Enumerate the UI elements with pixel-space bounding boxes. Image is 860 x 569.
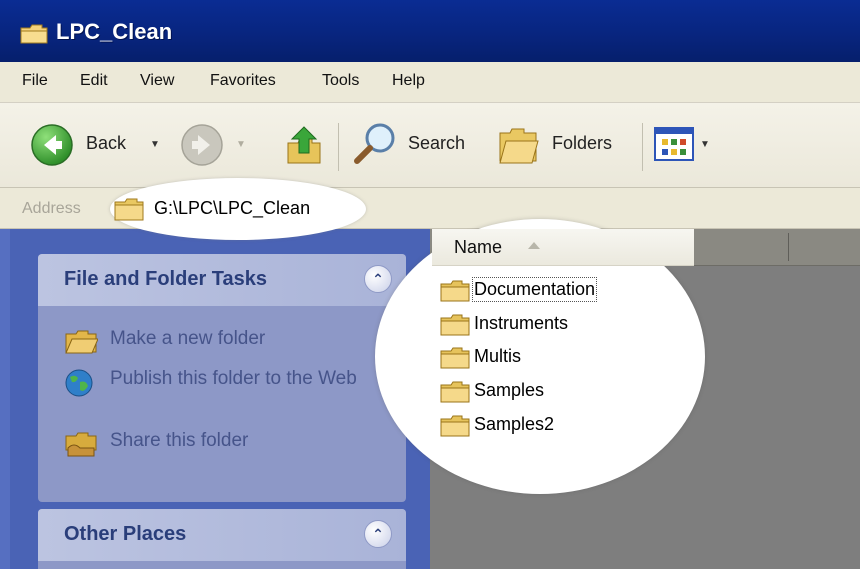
sort-ascending-icon (528, 242, 540, 249)
search-label: Search (408, 133, 466, 153)
name-column-label: Name (454, 237, 503, 257)
folders-icon (499, 128, 539, 164)
menu-file[interactable]: File (22, 72, 48, 90)
folder-icon (440, 347, 470, 369)
search-button[interactable]: Search (352, 121, 482, 169)
menu-edit[interactable]: Edit (80, 72, 108, 90)
file-name: Documentation (471, 277, 598, 302)
folder-icon (440, 314, 470, 336)
panel-title: Other Places (64, 523, 187, 545)
menu-view[interactable]: View (140, 72, 174, 90)
views-button[interactable]: ▼ (654, 127, 726, 163)
views-icon (654, 127, 694, 161)
folder-icon (20, 24, 48, 44)
back-label: Back (86, 133, 127, 153)
forward-dropdown-icon[interactable]: ▼ (236, 139, 246, 150)
window-border (0, 229, 10, 569)
task-pane: File and Folder Tasks ⌃ Make a new folde… (0, 229, 430, 569)
back-arrow-icon (31, 124, 73, 166)
views-dropdown-icon: ▼ (700, 139, 710, 150)
forward-button[interactable]: ▼ (180, 123, 250, 167)
share-folder-icon (65, 432, 97, 457)
forward-arrow-icon (181, 124, 223, 166)
window-title: LPC_Clean (56, 19, 173, 44)
new-folder-icon (65, 330, 98, 354)
folder-icon (114, 198, 144, 221)
back-dropdown-icon[interactable]: ▼ (150, 139, 160, 150)
column-header-name[interactable]: Name (432, 229, 694, 266)
folders-button[interactable]: Folders (496, 121, 636, 169)
toolbar-separator (642, 123, 643, 171)
collapse-chevron-icon[interactable]: ⌃ (364, 520, 392, 548)
folder-icon (440, 381, 470, 403)
folder-icon (440, 280, 470, 302)
task-label: Publish this folder to the Web (110, 368, 357, 389)
back-button[interactable]: Back ▼ (30, 123, 170, 167)
panel-header[interactable]: File and Folder Tasks ⌃ (38, 254, 406, 306)
globe-icon (65, 369, 93, 397)
menu-tools[interactable]: Tools (322, 72, 359, 90)
search-icon (354, 123, 395, 164)
menu-bar: File Edit View Favorites Tools Help (0, 62, 860, 103)
panel-title: File and Folder Tasks (64, 268, 268, 290)
file-name: Instruments (474, 313, 569, 333)
panel-header[interactable]: Other Places ⌃ (38, 509, 406, 561)
task-label: Make a new folder (110, 328, 266, 349)
toolbar-separator (338, 123, 339, 171)
file-name: Samples2 (474, 414, 555, 434)
other-places-panel: Other Places ⌃ (38, 509, 406, 569)
menu-favorites[interactable]: Favorites (210, 72, 276, 90)
explorer-window: LPC_Clean File Edit View Favorites Tools… (0, 0, 860, 569)
column-divider[interactable] (788, 233, 789, 261)
toolbar: Back ▼ ▼ Search Folders ▼ (0, 103, 860, 188)
address-label: Address (22, 200, 81, 217)
up-folder-icon[interactable] (284, 123, 324, 167)
menu-help[interactable]: Help (392, 72, 425, 90)
address-path: G:\LPC\LPC_Clean (154, 198, 311, 218)
collapse-chevron-icon[interactable]: ⌃ (364, 265, 392, 293)
folder-icon (440, 415, 470, 437)
file-name: Samples (474, 380, 545, 400)
title-bar[interactable]: LPC_Clean (0, 0, 860, 62)
file-name: Multis (474, 346, 522, 366)
file-folder-tasks-panel: File and Folder Tasks ⌃ Make a new folde… (38, 254, 406, 502)
folders-label: Folders (552, 133, 613, 153)
task-label: Share this folder (110, 430, 249, 451)
